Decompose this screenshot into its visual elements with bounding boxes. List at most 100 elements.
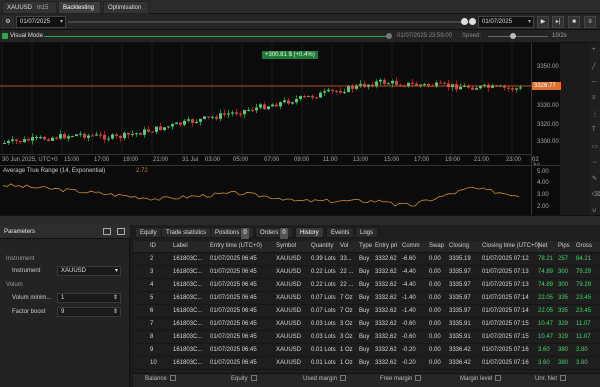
table-cell: 161803C... bbox=[173, 295, 203, 301]
tab-trade-statistics[interactable]: Trade statistics bbox=[161, 227, 212, 238]
column-header[interactable]: Entry pri bbox=[375, 243, 397, 249]
channel-tool-icon[interactable]: ≡ bbox=[592, 95, 596, 101]
table-cell: 22.05 bbox=[538, 308, 554, 314]
column-header[interactable]: Closing bbox=[449, 243, 469, 249]
measure-tool-icon[interactable]: ↔ bbox=[592, 159, 598, 165]
column-header[interactable]: ID bbox=[150, 243, 156, 249]
column-header[interactable]: Swap bbox=[429, 243, 444, 249]
table-cell: Buy bbox=[359, 282, 370, 288]
save-icon[interactable] bbox=[103, 228, 111, 235]
speed-handle[interactable] bbox=[510, 33, 516, 39]
pen-tool-icon[interactable]: ✎ bbox=[592, 175, 597, 182]
used-margin-checkbox[interactable] bbox=[340, 375, 347, 381]
range-handle-end[interactable] bbox=[461, 18, 468, 25]
settings-icon[interactable]: ≡ bbox=[584, 16, 596, 28]
column-header[interactable]: Pips bbox=[558, 243, 570, 249]
table-cell: 3.60 bbox=[538, 347, 550, 353]
column-header[interactable]: Entry time (UTC+0) bbox=[210, 243, 262, 249]
equity-checkbox[interactable] bbox=[250, 375, 257, 381]
candle bbox=[19, 141, 22, 143]
time-tick-label: 21:00 bbox=[153, 157, 169, 163]
tab-positions[interactable]: Positions 0 bbox=[210, 227, 254, 239]
price-chart[interactable]: +300.81 $ (+0.4%) bbox=[0, 43, 560, 165]
tab-orders[interactable]: Orders 0 bbox=[255, 227, 293, 239]
magnet-icon[interactable]: ∪ bbox=[592, 207, 596, 214]
tab-symbol[interactable]: XAUUSD m15 bbox=[2, 1, 57, 14]
shape-tool-icon[interactable]: ▭ bbox=[592, 143, 598, 150]
candle bbox=[339, 90, 342, 93]
stop-icon[interactable]: ■ bbox=[568, 16, 580, 28]
candlestick-plot[interactable] bbox=[0, 43, 531, 154]
eraser-tool-icon[interactable]: ⌫ bbox=[592, 191, 600, 198]
price-axis[interactable]: 3350.00 3330.00 3320.00 3300.00 3326.77 bbox=[531, 43, 561, 165]
candle bbox=[83, 133, 86, 138]
column-header[interactable]: Quantity bbox=[311, 243, 333, 249]
line-tool-icon[interactable]: ╱ bbox=[592, 63, 596, 70]
stepper-icon[interactable]: ⇕ bbox=[113, 294, 118, 302]
tab-backtesting[interactable]: Backtesting bbox=[58, 1, 101, 14]
candle bbox=[187, 119, 190, 121]
column-header[interactable]: Label bbox=[173, 243, 188, 249]
candle bbox=[127, 132, 130, 135]
table-cell: 1 Oz bbox=[340, 360, 353, 366]
tab-logs[interactable]: Logs bbox=[355, 227, 379, 238]
column-header[interactable]: Gross bbox=[576, 243, 592, 249]
progress-handle[interactable] bbox=[386, 33, 392, 39]
column-header[interactable]: Net bbox=[538, 243, 547, 249]
tab-optimisation[interactable]: Optimisation bbox=[103, 1, 149, 14]
menu-icon[interactable] bbox=[117, 228, 125, 235]
tab-equity[interactable]: Equity bbox=[135, 227, 162, 238]
table-row[interactable]: 8 161803C... 01/07/2025 06:45 XAUUSD 0.03 Lo… bbox=[133, 331, 600, 344]
unr-net-checkbox[interactable] bbox=[560, 375, 567, 381]
candle bbox=[259, 104, 262, 108]
table-row[interactable]: 3 161803C... 01/07/2025 06:45 XAUUSD 0.22 Lo… bbox=[133, 266, 600, 279]
range-handle-start[interactable] bbox=[469, 18, 476, 25]
candle bbox=[55, 137, 58, 139]
vol-min-input[interactable]: 1 ⇕ bbox=[57, 293, 121, 303]
hline-tool-icon[interactable]: ─ bbox=[592, 79, 596, 85]
column-header[interactable]: Vol bbox=[340, 243, 348, 249]
table-row[interactable]: 7 161803C... 01/07/2025 06:45 XAUUSD 0.03 Lo… bbox=[133, 318, 600, 331]
instrument-select[interactable]: XAUUSD ▾ bbox=[57, 266, 121, 276]
column-header[interactable]: Closing time (UTC+0) bbox=[482, 243, 540, 249]
table-row[interactable]: 6 161803C... 01/07/2025 06:45 XAUUSD 0.07 Lo… bbox=[133, 305, 600, 318]
table-cell: 01/07/2025 06:45 bbox=[210, 347, 257, 353]
play-icon[interactable]: ▶ bbox=[537, 16, 549, 28]
table-cell: 3332.62 bbox=[375, 347, 397, 353]
speed-slider[interactable] bbox=[488, 36, 548, 37]
visual-timestamp: 01/07/2025 23:59:00 bbox=[397, 33, 453, 39]
table-cell: 3335.91 bbox=[449, 334, 471, 340]
stepper-icon[interactable]: ⇕ bbox=[113, 308, 118, 316]
step-icon[interactable]: ▸| bbox=[552, 16, 564, 28]
table-cell: XAUUSD bbox=[276, 256, 302, 262]
column-header[interactable]: Type bbox=[359, 243, 372, 249]
tab-history[interactable]: History bbox=[295, 227, 324, 238]
fib-tool-icon[interactable]: ⋮ bbox=[592, 111, 598, 118]
crosshair-icon[interactable]: + bbox=[592, 47, 596, 53]
candle bbox=[515, 88, 518, 90]
tab-events[interactable]: Events bbox=[326, 227, 355, 238]
atr-indicator-panel[interactable]: Average True Range (14, Exponential) 2.7… bbox=[0, 165, 531, 215]
panel-splitter[interactable] bbox=[0, 215, 600, 225]
margin-level-checkbox[interactable] bbox=[495, 375, 502, 381]
gear-icon[interactable]: ⚙ bbox=[2, 16, 14, 28]
candle bbox=[131, 133, 134, 135]
table-row[interactable]: 4 161803C... 01/07/2025 06:45 XAUUSD 0.22 Lo… bbox=[133, 279, 600, 292]
visual-progress-bar[interactable] bbox=[44, 36, 390, 37]
balance-checkbox[interactable] bbox=[169, 375, 176, 381]
factor-boost-input[interactable]: 9 ⇕ bbox=[57, 307, 121, 317]
date-range-slider[interactable] bbox=[68, 21, 472, 23]
free-margin-checkbox[interactable] bbox=[415, 375, 422, 381]
table-row[interactable]: 10 161803C... 01/07/2025 06:45 XAUUSD 0.01 L… bbox=[133, 357, 600, 370]
text-tool-icon[interactable]: T bbox=[592, 127, 596, 133]
table-row[interactable]: 2 161803C... 01/07/2025 06:45 XAUUSD 0.39 Lo… bbox=[133, 253, 600, 266]
factor-boost-value: 9 bbox=[61, 309, 65, 315]
column-header[interactable]: Symbol bbox=[276, 243, 296, 249]
table-row[interactable]: 9 161803C... 01/07/2025 06:45 XAUUSD 0.01 Lo… bbox=[133, 344, 600, 357]
table-cell: 0.03 Lots bbox=[311, 334, 336, 340]
table-row[interactable]: 5 161803C... 01/07/2025 06:45 XAUUSD 0.07 Lo… bbox=[133, 292, 600, 305]
end-date-select[interactable]: 01/07/2025 ▾ bbox=[478, 16, 534, 28]
visual-mode-toggle[interactable] bbox=[2, 33, 8, 39]
column-header[interactable]: Comm bbox=[402, 243, 420, 249]
start-date-select[interactable]: 01/07/2025 ▾ bbox=[16, 16, 66, 28]
